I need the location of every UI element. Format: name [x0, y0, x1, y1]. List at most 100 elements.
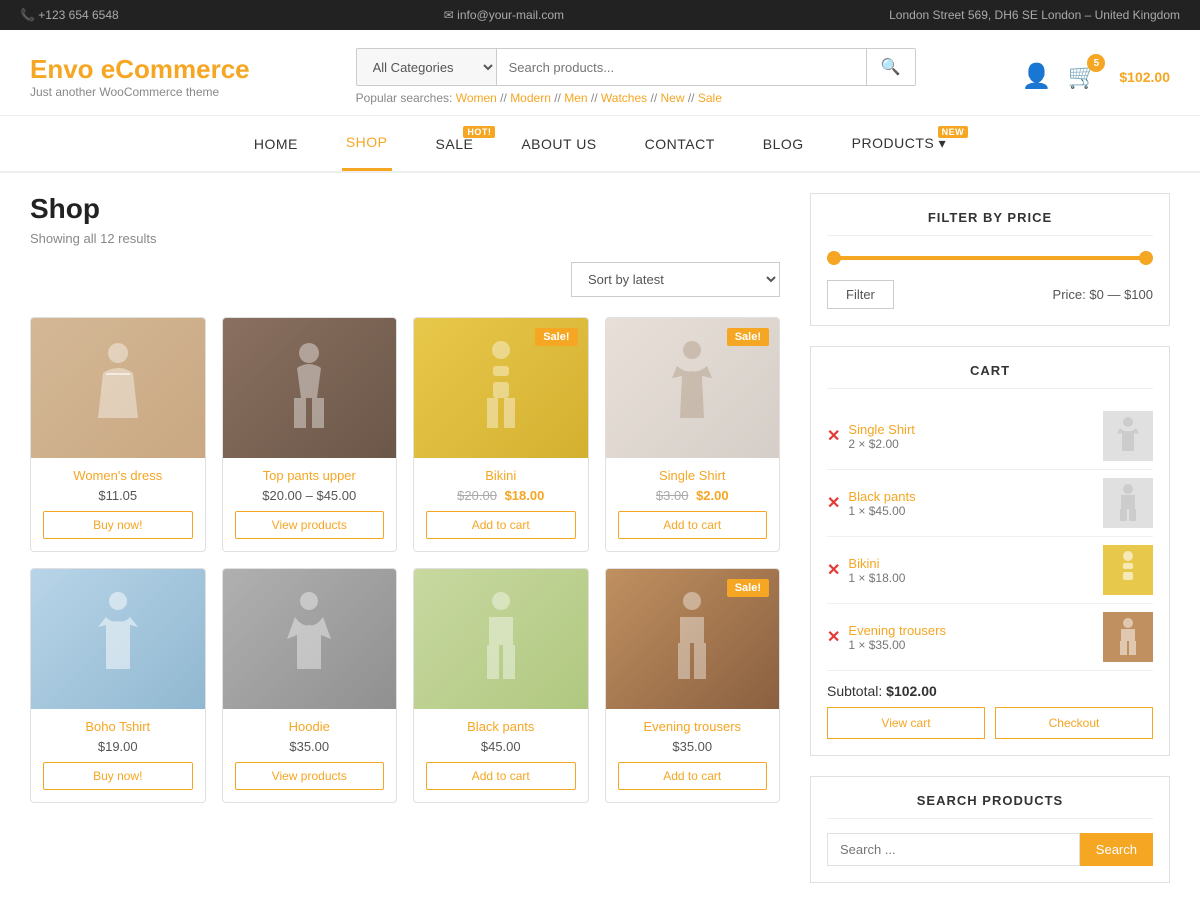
- filter-title: FILTER BY PRICE: [827, 210, 1153, 236]
- top-address: London Street 569, DH6 SE London – Unite…: [889, 8, 1180, 22]
- cart-remove-1[interactable]: ✕: [827, 426, 840, 446]
- cart-item-qty-3: 1 × $18.00: [848, 571, 1095, 585]
- content-area: Shop Showing all 12 results Sort by late…: [30, 193, 780, 903]
- popular-link-men[interactable]: Men: [564, 91, 587, 105]
- nav-contact[interactable]: CONTACT: [641, 116, 719, 171]
- cart-item-1: ✕ Single Shirt 2 × $2.00: [827, 403, 1153, 470]
- search-input[interactable]: [497, 49, 866, 85]
- logo[interactable]: Envo eCommerce Just another WooCommerce …: [30, 54, 250, 99]
- product-btn-4[interactable]: Add to cart: [618, 511, 768, 539]
- search-products-row: Search: [827, 833, 1153, 866]
- popular-link-new[interactable]: New: [661, 91, 685, 105]
- product-card-2[interactable]: Top pants upper $20.00 – $45.00 View pro…: [222, 317, 398, 552]
- product-image-3: Sale!: [414, 318, 588, 458]
- product-btn-3[interactable]: Add to cart: [426, 511, 576, 539]
- filter-button[interactable]: Filter: [827, 280, 894, 309]
- subtotal-row: Subtotal: $102.00: [827, 671, 1153, 707]
- cart-item-thumb-2: [1103, 478, 1153, 528]
- sort-select[interactable]: Sort by latest Sort by price: low to hig…: [571, 262, 780, 297]
- nav-shop[interactable]: SHOP: [342, 116, 392, 171]
- cart-icon-wrap[interactable]: 🛒 5: [1067, 62, 1097, 91]
- product-image-6: [223, 569, 397, 709]
- cart-item-name-4[interactable]: Evening trousers: [848, 623, 1095, 638]
- search-products-button[interactable]: Search: [1080, 833, 1153, 866]
- product-name-3: Bikini: [426, 468, 576, 483]
- product-image-7: [414, 569, 588, 709]
- subtotal-label: Subtotal:: [827, 683, 882, 699]
- cart-section: CART ✕ Single Shirt 2 × $2.00 ✕: [810, 346, 1170, 756]
- product-btn-1[interactable]: Buy now!: [43, 511, 193, 539]
- product-info-2: Top pants upper $20.00 – $45.00 View pro…: [223, 458, 397, 551]
- cart-item-thumb-4: [1103, 612, 1153, 662]
- product-btn-7[interactable]: Add to cart: [426, 762, 576, 790]
- header-icons: 👤 🛒 5 $102.00: [1022, 62, 1170, 91]
- nav-sale-badge: HOT!: [463, 126, 495, 138]
- top-phone: 📞 +123 654 6548: [20, 8, 119, 22]
- product-card-4[interactable]: Sale! Single Shirt $3.00 $2.00 Add to: [605, 317, 781, 552]
- product-btn-5[interactable]: Buy now!: [43, 762, 193, 790]
- category-select[interactable]: All Categories: [357, 49, 497, 85]
- cart-item-name-2[interactable]: Black pants: [848, 489, 1095, 504]
- popular-link-modern[interactable]: Modern: [510, 91, 551, 105]
- cart-item-thumb-3: [1103, 545, 1153, 595]
- search-row: All Categories 🔍: [356, 48, 916, 86]
- product-card-1[interactable]: Women's dress $11.05 Buy now!: [30, 317, 206, 552]
- cart-item-name-3[interactable]: Bikini: [848, 556, 1095, 571]
- product-card-7[interactable]: Black pants $45.00 Add to cart: [413, 568, 589, 803]
- cart-item-info-4: Evening trousers 1 × $35.00: [848, 623, 1095, 652]
- logo-title: Envo eCommerce: [30, 54, 250, 85]
- nav-blog[interactable]: BLOG: [759, 116, 808, 171]
- product-card-6[interactable]: Hoodie $35.00 View products: [222, 568, 398, 803]
- main-layout: Shop Showing all 12 results Sort by late…: [0, 173, 1200, 923]
- subtotal-amount: $102.00: [886, 683, 937, 699]
- product-name-4: Single Shirt: [618, 468, 768, 483]
- product-btn-8[interactable]: Add to cart: [618, 762, 768, 790]
- popular-link-women[interactable]: Women: [456, 91, 497, 105]
- cart-item-name-1[interactable]: Single Shirt: [848, 422, 1095, 437]
- product-btn-6[interactable]: View products: [235, 762, 385, 790]
- product-card-8[interactable]: Sale! Evening trousers $35.00 Add to car…: [605, 568, 781, 803]
- cart-actions: View cart Checkout: [827, 707, 1153, 739]
- search-products-input[interactable]: [827, 833, 1080, 866]
- nav-home[interactable]: HOME: [250, 116, 302, 171]
- product-info-7: Black pants $45.00 Add to cart: [414, 709, 588, 802]
- top-email: ✉ info@your-mail.com: [444, 8, 564, 22]
- top-bar: 📞 +123 654 6548 ✉ info@your-mail.com Lon…: [0, 0, 1200, 30]
- product-name-5: Boho Tshirt: [43, 719, 193, 734]
- cart-remove-3[interactable]: ✕: [827, 560, 840, 580]
- cart-remove-4[interactable]: ✕: [827, 627, 840, 647]
- product-info-5: Boho Tshirt $19.00 Buy now!: [31, 709, 205, 802]
- product-image-2: [223, 318, 397, 458]
- cart-remove-2[interactable]: ✕: [827, 493, 840, 513]
- popular-link-sale[interactable]: Sale: [698, 91, 722, 105]
- slider-handle-min[interactable]: [827, 251, 841, 265]
- view-cart-button[interactable]: View cart: [827, 707, 985, 739]
- slider-handle-max[interactable]: [1139, 251, 1153, 265]
- nav-products-badge: NEW: [938, 126, 969, 138]
- product-card-3[interactable]: Sale! Bikini $20.00: [413, 317, 589, 552]
- product-price-7: $45.00: [426, 739, 576, 754]
- product-price-5: $19.00: [43, 739, 193, 754]
- product-price-3: $20.00 $18.00: [426, 488, 576, 503]
- nav-products[interactable]: PRODUCTS ▾ NEW: [848, 116, 950, 171]
- product-name-2: Top pants upper: [235, 468, 385, 483]
- product-btn-2[interactable]: View products: [235, 511, 385, 539]
- product-price-8: $35.00: [618, 739, 768, 754]
- cart-total: $102.00: [1119, 69, 1170, 85]
- product-card-5[interactable]: Boho Tshirt $19.00 Buy now!: [30, 568, 206, 803]
- cart-badge: 5: [1087, 54, 1105, 72]
- user-icon[interactable]: 👤: [1022, 62, 1052, 91]
- search-button[interactable]: 🔍: [866, 49, 915, 85]
- popular-link-watches[interactable]: Watches: [601, 91, 647, 105]
- price-slider: [827, 256, 1153, 260]
- cart-item-info-2: Black pants 1 × $45.00: [848, 489, 1095, 518]
- cart-item-qty-1: 2 × $2.00: [848, 437, 1095, 451]
- filter-row: Filter Price: $0 — $100: [827, 280, 1153, 309]
- checkout-button[interactable]: Checkout: [995, 707, 1153, 739]
- cart-item-3: ✕ Bikini 1 × $18.00: [827, 537, 1153, 604]
- price-slider-wrap: [827, 250, 1153, 280]
- nav-sale[interactable]: SALE HOT!: [432, 116, 478, 171]
- nav-about[interactable]: ABOUT US: [517, 116, 600, 171]
- product-info-8: Evening trousers $35.00 Add to cart: [606, 709, 780, 802]
- price-range: Price: $0 — $100: [1053, 287, 1153, 302]
